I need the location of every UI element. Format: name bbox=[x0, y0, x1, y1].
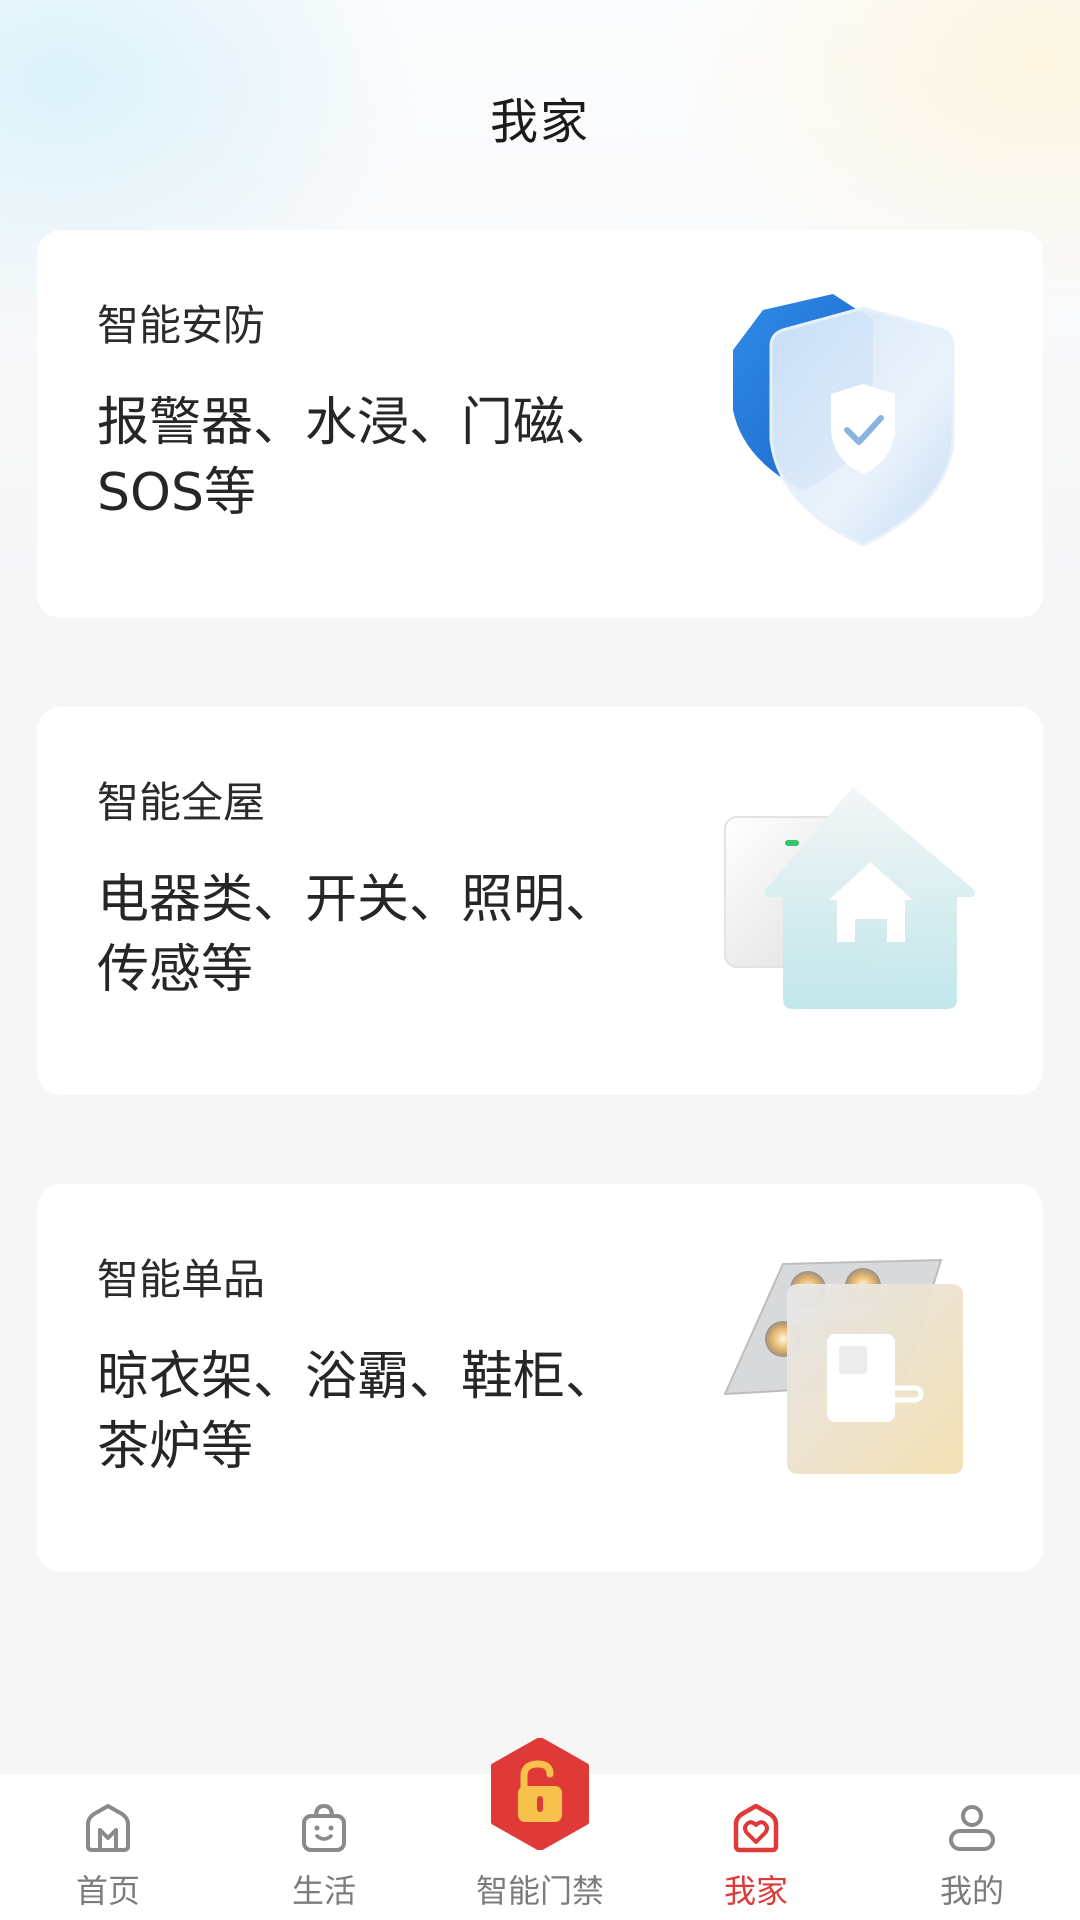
home-icon bbox=[86, 1804, 130, 1852]
card-description-line: 报警器、水浸、门磁、 bbox=[97, 393, 618, 453]
smart-home-icon bbox=[724, 787, 976, 1009]
tab-life[interactable]: 生活 bbox=[216, 1774, 432, 1920]
card-description-line: SOS等 bbox=[97, 463, 256, 523]
card-description-line: 传感等 bbox=[97, 940, 254, 1000]
tab-label: 生活 bbox=[291, 1872, 356, 1910]
card-title: 智能单品 bbox=[97, 1255, 266, 1304]
tab-label: 首页 bbox=[75, 1872, 140, 1910]
card-smart-security[interactable]: 智能安防 报警器、水浸、门磁、 SOS等 bbox=[37, 230, 1043, 618]
card-title: 智能全屋 bbox=[97, 778, 266, 827]
shield-icon bbox=[733, 294, 955, 547]
tab-my-home[interactable]: 我家 bbox=[648, 1774, 864, 1920]
card-smart-single-products[interactable]: 智能单品 晾衣架、浴霸、鞋柜、 茶炉等 bbox=[37, 1184, 1043, 1572]
card-description-line: 晾衣架、浴霸、鞋柜、 bbox=[97, 1347, 618, 1407]
heart-house-icon bbox=[733, 1803, 779, 1853]
tab-label: 智能门禁 bbox=[475, 1872, 604, 1910]
tab-home[interactable]: 首页 bbox=[0, 1774, 216, 1920]
card-description: 晾衣架、浴霸、鞋柜、 茶炉等 bbox=[97, 1342, 657, 1482]
tab-mine[interactable]: 我的 bbox=[864, 1774, 1080, 1920]
card-description-line: 电器类、开关、照明、 bbox=[97, 870, 618, 930]
card-title: 智能安防 bbox=[97, 301, 266, 350]
unlock-icon[interactable] bbox=[488, 1738, 592, 1850]
user-icon bbox=[949, 1805, 995, 1851]
tab-label: 我家 bbox=[723, 1872, 788, 1910]
smart-lock-icon bbox=[723, 1258, 963, 1474]
card-description: 报警器、水浸、门磁、 SOS等 bbox=[97, 388, 657, 528]
tab-label: 我的 bbox=[939, 1872, 1004, 1910]
shopping-bag-icon bbox=[302, 1803, 346, 1852]
page-title: 我家 bbox=[489, 94, 590, 150]
card-description-line: 茶炉等 bbox=[97, 1417, 254, 1477]
card-description: 电器类、开关、照明、 传感等 bbox=[97, 865, 657, 1005]
card-smart-whole-house[interactable]: 智能全屋 电器类、开关、照明、 传感等 bbox=[37, 707, 1043, 1095]
